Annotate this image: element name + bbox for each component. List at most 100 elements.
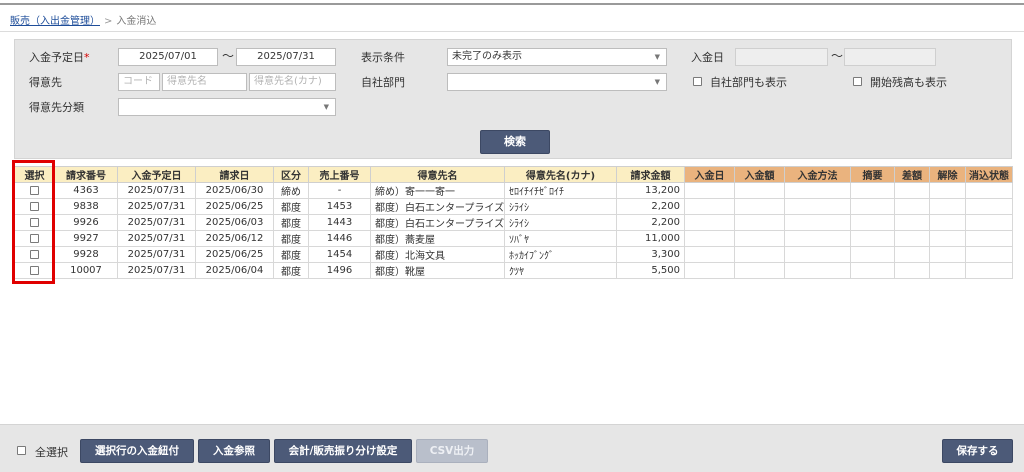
chevron-down-icon: ▼ — [654, 53, 660, 61]
payment-amount-cell[interactable] — [734, 230, 785, 247]
cancel-cell[interactable] — [929, 230, 966, 247]
invoice-no-link[interactable]: 9927 — [54, 230, 118, 247]
customer-cell: 都度）靴屋 — [370, 262, 505, 279]
invoice-no-link[interactable]: 4363 — [54, 182, 118, 199]
dept-select[interactable]: ▼ — [447, 73, 667, 91]
table-row: 9926 2025/07/31 2025/06/03 都度 1443 都度）白石… — [14, 214, 1013, 231]
payment-method-cell[interactable] — [784, 198, 851, 215]
col-payment-method: 入金方法 — [784, 166, 851, 183]
col-kind[interactable]: 区分 — [273, 166, 309, 183]
customer-kana-input[interactable]: 得意先名(カナ) — [249, 73, 336, 91]
display-condition-select[interactable]: 未完了のみ表示 ▼ — [447, 48, 667, 66]
payment-amount-cell[interactable] — [734, 262, 785, 279]
col-difference: 差額 — [894, 166, 930, 183]
memo-cell[interactable] — [850, 246, 895, 263]
invoice-no-link[interactable]: 10007 — [54, 262, 118, 279]
difference-cell — [894, 214, 930, 231]
customer-kana-cell: ｸﾂﾔ — [504, 262, 617, 279]
col-customer-kana[interactable]: 得意先名(カナ) — [504, 166, 617, 183]
payment-date-from-input[interactable] — [735, 48, 828, 66]
sales-no-link[interactable]: 1496 — [308, 262, 371, 279]
show-dept-label: 自社部門も表示 — [710, 76, 787, 89]
status-cell — [965, 182, 1013, 199]
payment-date-cell[interactable] — [684, 182, 735, 199]
breadcrumb-parent-link[interactable]: 販売（入出金管理） — [10, 16, 100, 27]
cancel-cell[interactable] — [929, 198, 966, 215]
save-button[interactable]: 保存する — [942, 439, 1013, 463]
customer-kana-cell: ｿﾊﾞﾔ — [504, 230, 617, 247]
payment-date-cell[interactable] — [684, 198, 735, 215]
col-cancel: 解除 — [929, 166, 966, 183]
customer-class-select[interactable]: ▼ — [118, 98, 336, 116]
payment-method-cell[interactable] — [784, 182, 851, 199]
payment-date-to-input[interactable] — [844, 48, 936, 66]
payment-method-cell[interactable] — [784, 246, 851, 263]
customer-kana-cell: ｼﾗｲｼ — [504, 214, 617, 231]
due-date-from-input[interactable]: 2025/07/01 — [118, 48, 218, 66]
customer-kana-cell: ﾎｯｶｲﾌﾞﾝｸﾞ — [504, 246, 617, 263]
amount-cell: 13,200 — [616, 182, 685, 199]
customer-kana-cell: ｾﾛｲﾁｲﾁｾﾞﾛｲﾁ — [504, 182, 617, 199]
select-all-checkbox[interactable] — [17, 446, 26, 455]
col-sales-no[interactable]: 売上番号 — [308, 166, 371, 183]
customer-cell: 締め）寄一一寄一 — [370, 182, 505, 199]
search-button[interactable]: 検索 — [480, 130, 550, 154]
due-date-label: 入金予定日* — [29, 51, 90, 64]
cancel-cell[interactable] — [929, 182, 966, 199]
kind-cell: 都度 — [273, 246, 309, 263]
payment-amount-cell[interactable] — [734, 182, 785, 199]
col-invoice-date[interactable]: 請求日 — [195, 166, 274, 183]
accounting-settings-button[interactable]: 会計/販売振り分け設定 — [274, 439, 412, 463]
invoice-no-link[interactable]: 9838 — [54, 198, 118, 215]
difference-cell — [894, 182, 930, 199]
invoice-no-link[interactable]: 9928 — [54, 246, 118, 263]
top-border — [0, 3, 1024, 5]
customer-cell: 都度）白石エンタープライズ — [370, 214, 505, 231]
col-customer[interactable]: 得意先名 — [370, 166, 505, 183]
sales-no-link[interactable]: 1453 — [308, 198, 371, 215]
payment-amount-cell[interactable] — [734, 198, 785, 215]
show-opening-label: 開始残高も表示 — [870, 76, 947, 89]
show-dept-checkbox[interactable] — [693, 77, 702, 86]
csv-export-button[interactable]: CSV出力 — [416, 439, 488, 463]
display-condition-value: 未完了のみ表示 — [452, 51, 522, 62]
payment-method-cell[interactable] — [784, 230, 851, 247]
apply-payment-button[interactable]: 選択行の入金紐付 — [80, 439, 194, 463]
payment-date-cell[interactable] — [684, 262, 735, 279]
show-opening-checkbox[interactable] — [853, 77, 862, 86]
sales-no-link[interactable]: 1454 — [308, 246, 371, 263]
amount-cell: 2,200 — [616, 214, 685, 231]
payment-date-cell[interactable] — [684, 214, 735, 231]
col-invoice-no[interactable]: 請求番号 — [54, 166, 118, 183]
col-payment-amount: 入金額 — [734, 166, 785, 183]
customer-name-input[interactable]: 得意先名 — [162, 73, 247, 91]
invoice-date-cell: 2025/06/04 — [195, 262, 274, 279]
memo-cell[interactable] — [850, 230, 895, 247]
difference-cell — [894, 198, 930, 215]
payment-amount-cell[interactable] — [734, 214, 785, 231]
cancel-cell[interactable] — [929, 246, 966, 263]
payment-amount-cell[interactable] — [734, 246, 785, 263]
invoice-date-cell: 2025/06/25 — [195, 246, 274, 263]
customer-cell: 都度）白石エンタープライズ — [370, 198, 505, 215]
invoice-no-link[interactable]: 9926 — [54, 214, 118, 231]
col-due-date[interactable]: 入金予定日 — [117, 166, 196, 183]
invoice-table: 選択 請求番号 入金予定日 請求日 区分 売上番号 得意先名 得意先名(カナ) … — [14, 166, 1013, 279]
payment-date-cell[interactable] — [684, 230, 735, 247]
memo-cell[interactable] — [850, 182, 895, 199]
sales-no-link[interactable]: 1446 — [308, 230, 371, 247]
payment-method-cell[interactable] — [784, 214, 851, 231]
cancel-cell[interactable] — [929, 262, 966, 279]
due-date-cell: 2025/07/31 — [117, 214, 196, 231]
memo-cell[interactable] — [850, 262, 895, 279]
cancel-cell[interactable] — [929, 214, 966, 231]
due-date-to-input[interactable]: 2025/07/31 — [236, 48, 336, 66]
memo-cell[interactable] — [850, 214, 895, 231]
col-amount[interactable]: 請求金額 — [616, 166, 685, 183]
memo-cell[interactable] — [850, 198, 895, 215]
customer-code-input[interactable]: コード — [118, 73, 160, 91]
sales-no-link[interactable]: 1443 — [308, 214, 371, 231]
payment-date-cell[interactable] — [684, 246, 735, 263]
payment-method-cell[interactable] — [784, 262, 851, 279]
payment-reference-button[interactable]: 入金参照 — [198, 439, 270, 463]
